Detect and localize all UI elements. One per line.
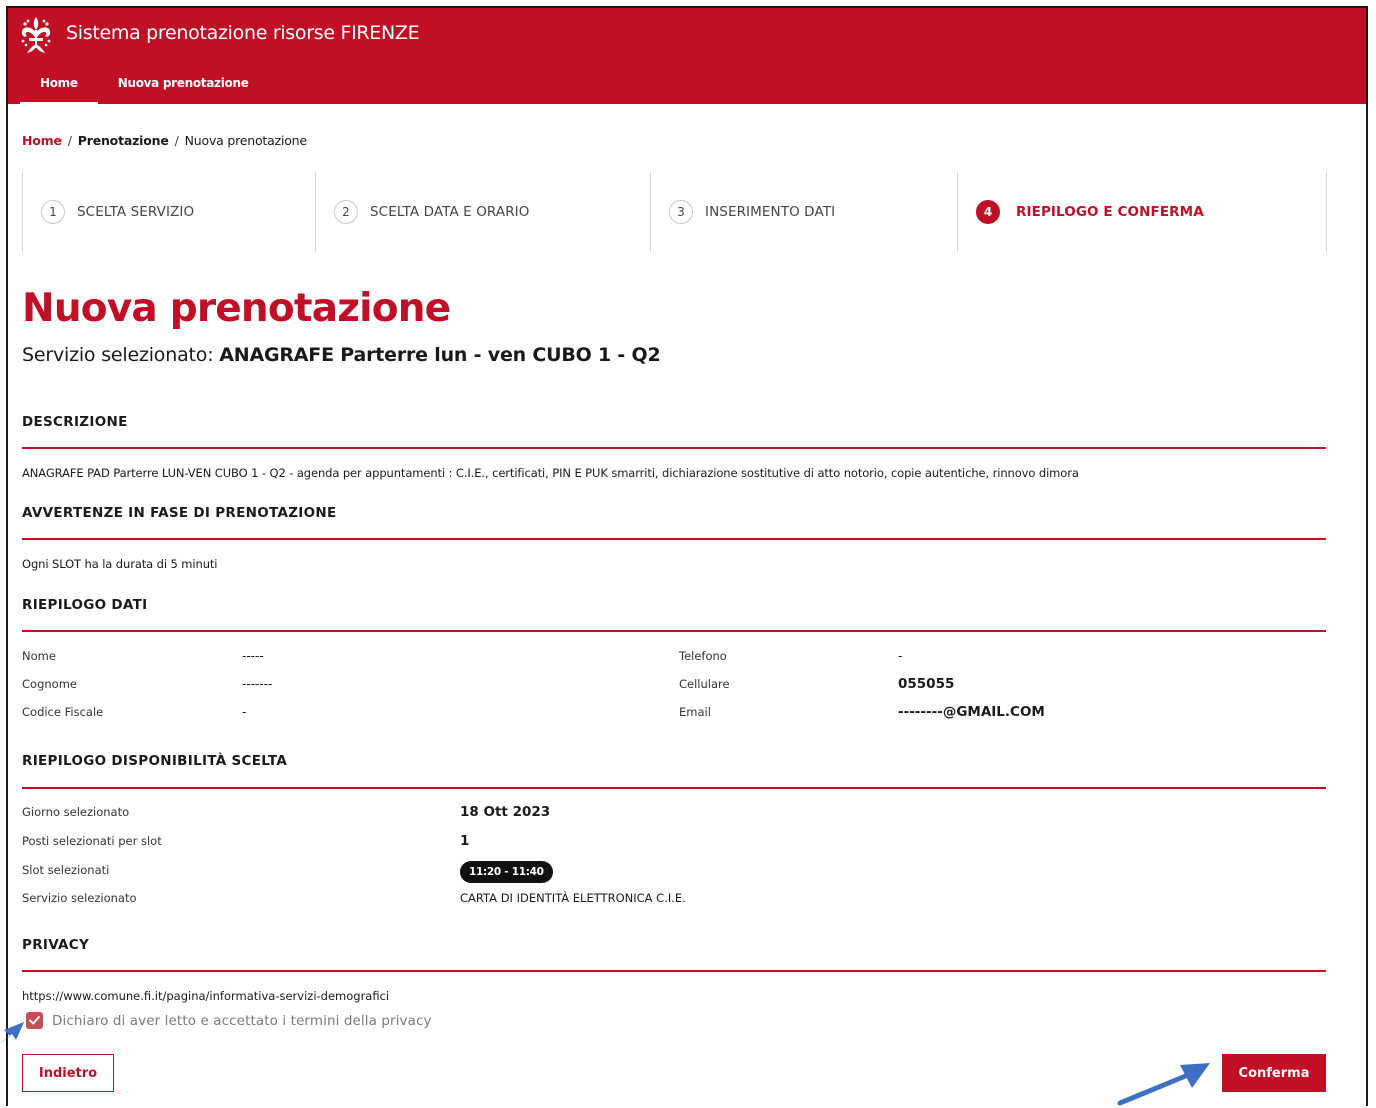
section-divider <box>22 970 1326 972</box>
section-heading-privacy: PRIVACY <box>22 937 90 953</box>
section-divider <box>22 538 1326 540</box>
slot-label: Slot selezionati <box>22 863 110 877</box>
section-heading-descrizione: DESCRIZIONE <box>22 414 128 430</box>
giglio-logo-icon <box>21 17 51 53</box>
site-header: Sistema prenotazione risorse FIRENZE Hom… <box>8 8 1366 104</box>
breadcrumb: Home / Prenotazione / Nuova prenotazione <box>22 133 307 148</box>
selected-service-line: Servizio selezionato: ANAGRAFE Parterre … <box>22 344 661 366</box>
nav-home[interactable]: Home <box>20 66 98 104</box>
breadcrumb-current: Nuova prenotazione <box>184 133 307 148</box>
service-prefix: Servizio selezionato: <box>22 344 214 366</box>
step-number: 4 <box>976 200 1000 224</box>
privacy-checkbox[interactable] <box>26 1012 43 1029</box>
section-heading-disponibilita: RIEPILOGO DISPONIBILITÀ SCELTA <box>22 753 288 769</box>
step-number: 3 <box>669 200 693 224</box>
breadcrumb-prenotazione-link[interactable]: Prenotazione <box>78 133 169 148</box>
step-label: SCELTA SERVIZIO <box>77 204 195 220</box>
step-scelta-data-orario: 2 SCELTA DATA E ORARIO <box>315 172 651 252</box>
back-button[interactable]: Indietro <box>22 1054 114 1092</box>
giorno-value: 18 Ott 2023 <box>460 804 551 820</box>
section-divider <box>22 447 1326 449</box>
privacy-checkbox-label[interactable]: Dichiaro di aver letto e accettato i ter… <box>52 1013 432 1029</box>
cellulare-label: Cellulare <box>679 677 730 691</box>
annotation-arrow-icon <box>0 1022 24 1044</box>
confirm-button[interactable]: Conferma <box>1222 1054 1326 1092</box>
step-scelta-servizio: 1 SCELTA SERVIZIO <box>22 172 316 252</box>
descrizione-text: ANAGRAFE PAD Parterre LUN-VEN CUBO 1 - Q… <box>22 466 1079 480</box>
main-nav: Home Nuova prenotazione <box>20 66 269 104</box>
codice-fiscale-label: Codice Fiscale <box>22 705 104 719</box>
breadcrumb-separator: / <box>174 133 179 148</box>
page-title: Nuova prenotazione <box>22 286 451 331</box>
step-number: 2 <box>334 200 358 224</box>
section-heading-avvertenze: AVVERTENZE IN FASE DI PRENOTAZIONE <box>22 505 337 521</box>
app-title: Sistema prenotazione risorse FIRENZE <box>66 22 420 44</box>
section-divider <box>22 787 1326 789</box>
step-label: INSERIMENTO DATI <box>705 204 836 220</box>
step-label: SCELTA DATA E ORARIO <box>370 204 530 220</box>
step-riepilogo-conferma: 4 RIEPILOGO E CONFERMA <box>957 172 1327 252</box>
cognome-label: Cognome <box>22 677 77 691</box>
email-value: --------@GMAIL.COM <box>898 704 1045 720</box>
posti-value: 1 <box>460 833 470 849</box>
cognome-value: ------- <box>242 677 273 691</box>
breadcrumb-home-link[interactable]: Home <box>22 133 62 148</box>
nav-nuova-prenotazione[interactable]: Nuova prenotazione <box>98 66 269 104</box>
nome-label: Nome <box>22 649 56 663</box>
breadcrumb-separator: / <box>67 133 72 148</box>
slot-badge: 11:20 - 11:40 <box>460 861 553 883</box>
step-label: RIEPILOGO E CONFERMA <box>1016 204 1204 220</box>
servizio-label: Servizio selezionato <box>22 891 137 905</box>
step-inserimento-dati: 3 INSERIMENTO DATI <box>650 172 958 252</box>
telefono-value: - <box>898 649 903 663</box>
section-divider <box>22 630 1326 632</box>
codice-fiscale-value: - <box>242 705 247 719</box>
servizio-value: CARTA DI IDENTITÀ ELETTRONICA C.I.E. <box>460 891 686 905</box>
nome-value: ----- <box>242 649 264 663</box>
avvertenze-text: Ogni SLOT ha la durata di 5 minuti <box>22 557 218 571</box>
browser-page-frame: Sistema prenotazione risorse FIRENZE Hom… <box>6 6 1368 1106</box>
cellulare-value: 055055 <box>898 676 955 692</box>
service-name: ANAGRAFE Parterre lun - ven CUBO 1 - Q2 <box>219 344 661 366</box>
giorno-label: Giorno selezionato <box>22 805 130 819</box>
section-heading-riepilogo-dati: RIEPILOGO DATI <box>22 597 148 613</box>
telefono-label: Telefono <box>679 649 727 663</box>
posti-label: Posti selezionati per slot <box>22 834 162 848</box>
annotation-arrow-icon <box>1117 1063 1210 1106</box>
privacy-link[interactable]: https://www.comune.fi.it/pagina/informat… <box>22 989 389 1003</box>
wizard-steps: 1 SCELTA SERVIZIO 2 SCELTA DATA E ORARIO… <box>22 172 1327 252</box>
checkmark-icon <box>29 1016 40 1025</box>
email-label: Email <box>679 705 711 719</box>
step-number: 1 <box>41 200 65 224</box>
